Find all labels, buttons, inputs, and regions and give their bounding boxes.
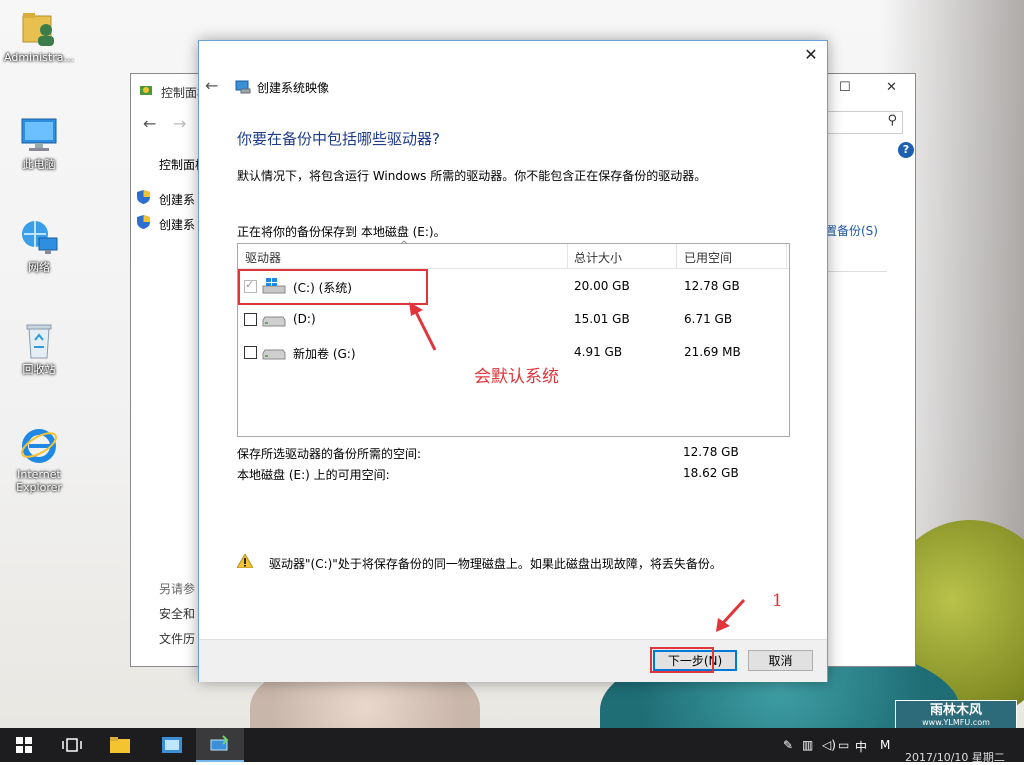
desktop-icon-label: 此电脑 xyxy=(22,158,56,171)
cp-side-link-2[interactable]: 创建系 xyxy=(159,216,195,233)
network-icon xyxy=(19,218,59,258)
available-space-value: 18.62 GB xyxy=(683,466,739,480)
dialog-footer: 下一步(N) 取消 xyxy=(199,639,827,682)
desktop-icon-administrator[interactable]: Administra... xyxy=(0,8,78,64)
available-space-label: 本地磁盘 (E:) 上的可用空间: xyxy=(237,468,390,482)
help-icon[interactable]: ? xyxy=(898,142,914,158)
column-header-drive[interactable]: 驱动器 xyxy=(245,249,281,266)
desktop-icon-label: 回收站 xyxy=(22,363,56,376)
task-view-button[interactable] xyxy=(48,728,96,762)
desktop-icon-label: Internet xyxy=(17,468,61,481)
tray-ime[interactable]: M xyxy=(880,738,890,752)
drive-icon xyxy=(262,349,286,360)
divider xyxy=(825,271,887,272)
windows-logo-icon xyxy=(16,737,32,753)
drive-total: 4.91 GB xyxy=(574,345,623,359)
cp-bottom-link-1[interactable]: 安全和 xyxy=(159,605,195,622)
tray-language[interactable]: 中 xyxy=(855,738,867,755)
search-icon: ⚲ xyxy=(887,113,897,128)
taskbar-clock[interactable]: 2017/10/10 星期二 xyxy=(905,749,1005,765)
taskbar-file-explorer[interactable] xyxy=(96,728,144,762)
description-text: 默认情况下，将包含运行 Windows 所需的驱动器。你不能包含正在保存备份的驱… xyxy=(237,169,707,183)
desktop-icon-label: Explorer xyxy=(16,481,62,494)
cp-side-link-1[interactable]: 创建系 xyxy=(159,191,195,208)
shield-icon xyxy=(137,190,150,204)
computer-icon xyxy=(19,115,59,155)
drive-name: (D:) xyxy=(293,312,316,326)
close-icon[interactable]: ✕ xyxy=(801,45,821,65)
column-divider xyxy=(786,244,787,268)
drive-checkbox[interactable] xyxy=(244,346,257,359)
table-row[interactable]: (D:) 15.01 GB 6.71 GB xyxy=(238,304,789,334)
tray-pen-icon[interactable]: ✎ xyxy=(783,738,793,752)
control-panel-icon xyxy=(140,86,152,95)
annotation-arrow-icon xyxy=(716,598,746,632)
column-divider xyxy=(676,244,677,268)
sort-caret-icon: ^ xyxy=(400,240,409,251)
watermark-url: www.YLMFU.com xyxy=(922,717,990,727)
desktop-icon-recycle-bin[interactable]: 回收站 xyxy=(0,320,78,376)
recycle-bin-icon xyxy=(19,320,59,360)
cp-bottom-link-2[interactable]: 文件历 xyxy=(159,630,195,647)
taskbar-backup-app[interactable] xyxy=(196,728,244,762)
warning-icon xyxy=(237,554,253,568)
search-box[interactable]: ⚲ xyxy=(825,111,903,134)
drive-icon xyxy=(262,316,286,327)
drive-total: 15.01 GB xyxy=(574,312,630,326)
maximize-icon[interactable]: ☐ xyxy=(839,80,851,95)
drive-checkbox[interactable] xyxy=(244,313,257,326)
tray-chat-icon[interactable]: ▭ xyxy=(838,738,849,752)
drive-name: 新加卷 (G:) xyxy=(293,347,356,361)
folder-icon xyxy=(110,737,130,753)
user-folder-icon xyxy=(19,8,59,48)
column-header-used[interactable]: 已用空间 xyxy=(684,249,732,266)
column-header-total[interactable]: 总计大小 xyxy=(574,249,622,266)
annotation-arrow-icon xyxy=(409,302,437,351)
tray-volume-icon[interactable]: ◁) xyxy=(822,738,836,752)
annotation-highlight-next xyxy=(650,647,714,673)
desktop-icon-label: 网络 xyxy=(28,261,50,274)
shield-icon xyxy=(137,215,150,229)
tray-network-icon[interactable]: ▥ xyxy=(802,738,813,752)
cp-see-also: 另请参 xyxy=(159,582,196,596)
annotation-highlight-c-drive xyxy=(238,269,428,305)
create-system-image-dialog: ✕ ← 创建系统映像 你要在备份中包括哪些驱动器? 默认情况下，将包含运行 Wi… xyxy=(198,40,828,682)
task-view-icon xyxy=(62,738,82,752)
drive-used: 6.71 GB xyxy=(684,312,733,326)
taskbar: ✎ ▥ ◁) ▭ 中 M xyxy=(0,728,1024,762)
drive-total: 20.00 GB xyxy=(574,279,630,293)
page-heading: 你要在备份中包括哪些驱动器? xyxy=(237,130,440,148)
drive-used: 21.69 MB xyxy=(684,345,741,359)
desktop-icon-label: Administra... xyxy=(4,51,74,64)
desktop-icon-this-pc[interactable]: 此电脑 xyxy=(0,115,78,171)
drive-used: 12.78 GB xyxy=(684,279,740,293)
start-button[interactable] xyxy=(0,728,48,762)
required-space-value: 12.78 GB xyxy=(683,445,739,459)
close-icon[interactable]: ✕ xyxy=(886,80,897,95)
system-image-icon xyxy=(210,735,229,751)
desktop-icon-network[interactable]: 网络 xyxy=(0,218,78,274)
watermark-title: 雨林木风 xyxy=(929,702,982,718)
watermark-logo: 雨林木风 www.YLMFU.com xyxy=(895,700,1017,730)
annotation-step-number: 1 xyxy=(772,591,783,611)
taskbar-control-panel[interactable] xyxy=(148,728,196,762)
annotation-default-note: 会默认系统 xyxy=(474,367,559,387)
control-panel-icon xyxy=(162,737,182,753)
column-divider xyxy=(567,244,568,268)
table-header: ^ 驱动器 总计大小 已用空间 xyxy=(238,240,789,269)
warning-text: 驱动器"(C:)"处于将保存备份的同一物理磁盘上。如果此磁盘出现故障，将丢失备份… xyxy=(269,557,722,571)
system-image-icon xyxy=(235,80,251,94)
required-space-label: 保存所选驱动器的备份所需的空间: xyxy=(237,447,422,461)
cancel-button[interactable]: 取消 xyxy=(748,650,813,671)
back-arrow-icon[interactable]: ← xyxy=(205,76,218,95)
cp-configure-backup-link[interactable]: 置备份(S) xyxy=(825,222,878,239)
back-arrow-icon[interactable]: ← xyxy=(143,114,156,133)
desktop-icon-internet-explorer[interactable]: Internet Explorer xyxy=(0,425,78,494)
forward-arrow-icon[interactable]: → xyxy=(173,114,186,133)
save-location-text: 正在将你的备份保存到 本地磁盘 (E:)。 xyxy=(237,225,446,239)
internet-explorer-icon xyxy=(19,425,59,465)
window-title: 创建系统映像 xyxy=(257,81,330,95)
